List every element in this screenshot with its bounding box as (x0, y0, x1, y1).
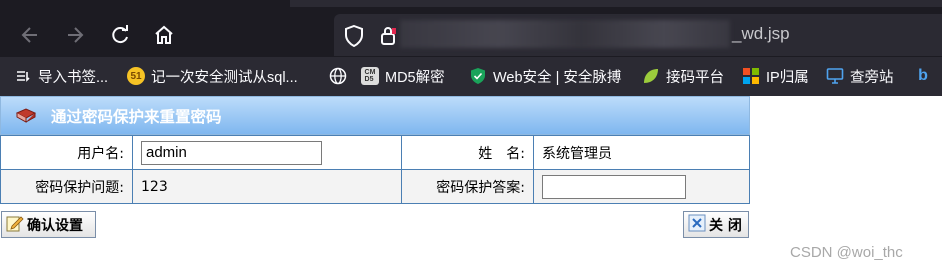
security-answer-input[interactable] (542, 174, 686, 199)
security-answer-label: 密码保护答案: (401, 169, 534, 204)
tab-strip (290, 0, 942, 7)
username-cell (132, 135, 402, 170)
close-button[interactable]: 关 闭 (683, 211, 749, 238)
close-label: 关 闭 (709, 217, 742, 234)
bookmark-label: MD5解密 (385, 69, 445, 86)
reset-form-table: 用户名: 姓 名: 系统管理员 密码保护问题: 123 密码保护答案: (0, 135, 750, 204)
security-answer-cell (533, 169, 750, 204)
close-icon (688, 214, 706, 236)
ip-puzzle-icon (742, 67, 760, 85)
reload-icon[interactable] (107, 22, 133, 48)
forward-arrow-icon[interactable] (62, 22, 88, 48)
watermark-text: CSDN @woi_thc (790, 244, 903, 261)
bing-icon: b (918, 67, 928, 84)
bookmark-websec[interactable]: Web安全 | 安全脉搏 (469, 66, 621, 86)
bookmark-label: IP归属 (766, 69, 809, 86)
monitor-icon (826, 67, 844, 85)
bookmark-ip[interactable]: IP归属 (742, 66, 809, 86)
browser-navbar: _wd.jsp (0, 0, 942, 57)
panel-header: 通过密码保护来重置密码 (0, 96, 750, 135)
import-icon (14, 67, 32, 85)
lock-icon (380, 26, 396, 50)
username-label: 用户名: (0, 135, 133, 170)
home-icon[interactable] (151, 22, 177, 48)
site-favicon-icon: 51 (127, 67, 145, 85)
bookmark-security-test[interactable]: 51 记一次安全测试从sql... (127, 66, 298, 86)
globe-icon (329, 67, 347, 85)
back-arrow-icon[interactable] (17, 22, 43, 48)
bookmark-import[interactable]: 导入书签... (14, 66, 108, 86)
book-icon (15, 107, 37, 125)
shield-check-icon (469, 67, 487, 85)
shield-icon[interactable] (344, 24, 364, 51)
bookmark-sidesite[interactable]: 查旁站 (826, 66, 894, 86)
cmd5-icon: CM D5 (361, 67, 379, 85)
reset-password-panel: 通过密码保护来重置密码 (0, 96, 750, 135)
redacted-url (400, 20, 730, 48)
bookmark-label: 导入书签... (38, 69, 109, 86)
bookmarks-toolbar: 导入书签... 51 记一次安全测试从sql... CM D5 MD5解密 Web… (0, 57, 942, 96)
bookmark-label: Web安全 | 安全脉搏 (493, 69, 622, 86)
table-row: 密码保护问题: 123 密码保护答案: (0, 169, 750, 204)
bookmark-label: 记一次安全测试从sql... (151, 69, 298, 86)
panel-title: 通过密码保护来重置密码 (51, 107, 222, 126)
bookmark-sms[interactable]: 接码平台 (642, 66, 724, 86)
bookmark-label: 接码平台 (666, 69, 724, 86)
bookmark-globe[interactable] (329, 66, 347, 86)
confirm-button[interactable]: 确认设置 (1, 211, 96, 238)
table-row: 用户名: 姓 名: 系统管理员 (0, 135, 750, 170)
username-input[interactable] (141, 140, 322, 165)
edit-icon (6, 214, 24, 236)
security-question-value: 123 (132, 169, 402, 204)
name-label: 姓 名: (401, 135, 534, 170)
url-text[interactable]: _wd.jsp (732, 24, 790, 44)
bookmark-md5[interactable]: CM D5 MD5解密 (361, 66, 445, 86)
security-question-label: 密码保护问题: (0, 169, 133, 204)
name-value: 系统管理员 (533, 135, 750, 170)
bookmark-bing[interactable]: b (914, 66, 932, 86)
leaf-icon (642, 67, 660, 85)
bookmark-label: 查旁站 (850, 69, 894, 86)
confirm-label: 确认设置 (27, 217, 83, 234)
